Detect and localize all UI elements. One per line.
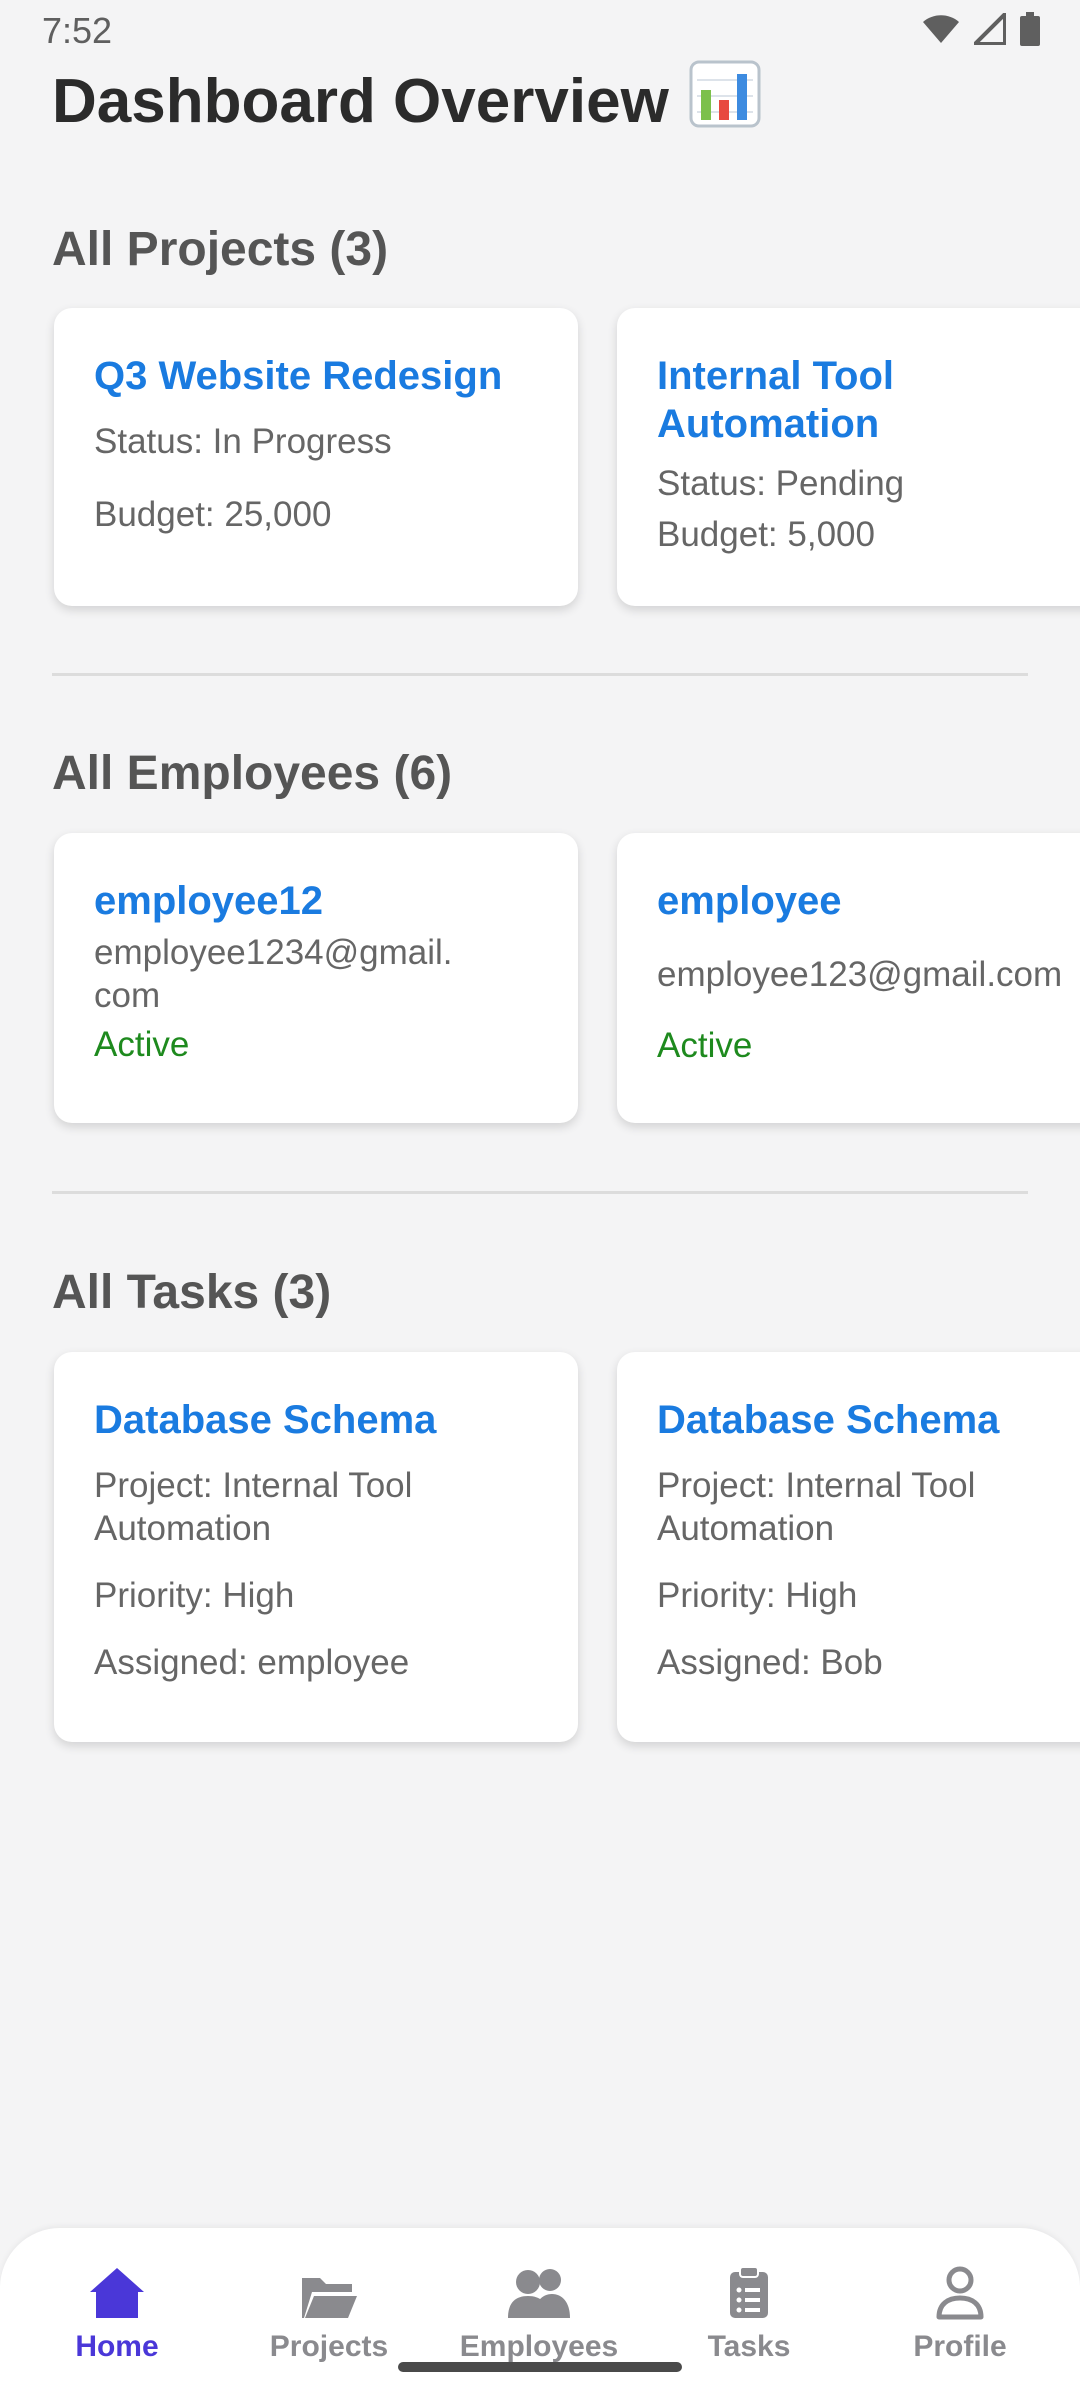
nav-label: Tasks bbox=[707, 2330, 791, 2363]
employee-email: employee1234@gmail.com bbox=[94, 933, 453, 1015]
nav-label: Projects bbox=[269, 2330, 389, 2363]
employee-card[interactable]: employee12 employee1234@gmail.com Active bbox=[54, 833, 578, 1123]
people-icon bbox=[449, 2258, 629, 2320]
task-project: Project: Internal Tool Automation bbox=[94, 1466, 413, 1548]
nav-item-home[interactable]: Home bbox=[27, 2258, 207, 2364]
employee-status: Active bbox=[657, 1026, 753, 1065]
battery-icon bbox=[1020, 12, 1040, 46]
clipboard-icon bbox=[659, 2258, 839, 2320]
task-assigned: Assigned: Bob bbox=[657, 1643, 883, 1682]
nav-item-projects[interactable]: Projects bbox=[239, 2258, 419, 2364]
task-card[interactable]: Database Schema Project: Internal Tool A… bbox=[617, 1352, 1080, 1742]
home-icon bbox=[27, 2258, 207, 2320]
project-card[interactable]: Q3 Website Redesign Status: In Progress … bbox=[54, 308, 578, 606]
nav-item-tasks[interactable]: Tasks bbox=[659, 2258, 839, 2364]
page-title-text: Dashboard Overview bbox=[52, 67, 669, 136]
project-card[interactable]: Internal Tool Automation Status: Pending… bbox=[617, 308, 1080, 606]
task-priority: Priority: High bbox=[94, 1576, 295, 1615]
nav-item-profile[interactable]: Profile bbox=[870, 2258, 1050, 2364]
nav-label: Employees bbox=[459, 2330, 619, 2363]
section-divider bbox=[52, 1191, 1028, 1194]
project-budget: Budget: 25,000 bbox=[94, 495, 332, 534]
dashboard-screen: 7:52 Dashboard Overview All Projects (3)… bbox=[0, 0, 1080, 2400]
project-status: Status: In Progress bbox=[94, 422, 392, 461]
project-status: Status: Pending bbox=[657, 464, 905, 503]
employee-status: Active bbox=[94, 1025, 190, 1064]
project-title: Internal Tool Automation bbox=[657, 354, 895, 446]
signal-icon bbox=[974, 13, 1006, 45]
nav-label: Home bbox=[75, 2330, 159, 2363]
bar-chart-icon bbox=[689, 60, 761, 143]
task-project: Project: Internal Tool Automation bbox=[657, 1466, 976, 1548]
employee-email: employee123@gmail.com bbox=[657, 955, 1063, 994]
task-assigned: Assigned: employee bbox=[94, 1643, 410, 1682]
project-budget: Budget: 5,000 bbox=[657, 515, 875, 554]
employee-card[interactable]: employee employee123@gmail.com Active bbox=[617, 833, 1080, 1123]
employee-name: employee bbox=[657, 879, 842, 923]
nav-item-employees[interactable]: Employees bbox=[449, 2258, 629, 2364]
folder-icon bbox=[239, 2258, 419, 2320]
employees-heading: All Employees (6) bbox=[52, 747, 453, 800]
task-title: Database Schema bbox=[657, 1398, 1000, 1442]
person-icon bbox=[870, 2258, 1050, 2320]
employee-name: employee12 bbox=[94, 879, 324, 923]
status-time: 7:52 bbox=[42, 10, 113, 51]
bottom-nav: Home Projects Employees Tasks Profile bbox=[0, 2228, 1080, 2400]
status-icons bbox=[922, 12, 1040, 46]
section-divider bbox=[52, 673, 1028, 676]
nav-label: Profile bbox=[913, 2330, 1007, 2363]
task-priority: Priority: High bbox=[657, 1576, 858, 1615]
page-title: Dashboard Overview bbox=[52, 60, 761, 143]
wifi-icon bbox=[923, 15, 959, 43]
projects-heading: All Projects (3) bbox=[52, 223, 389, 276]
task-card[interactable]: Database Schema Project: Internal Tool A… bbox=[54, 1352, 578, 1742]
tasks-heading: All Tasks (3) bbox=[52, 1266, 332, 1319]
home-indicator[interactable] bbox=[398, 2362, 682, 2372]
status-bar: 7:52 bbox=[0, 0, 1080, 60]
project-title: Q3 Website Redesign bbox=[94, 354, 503, 398]
task-title: Database Schema bbox=[94, 1398, 437, 1442]
